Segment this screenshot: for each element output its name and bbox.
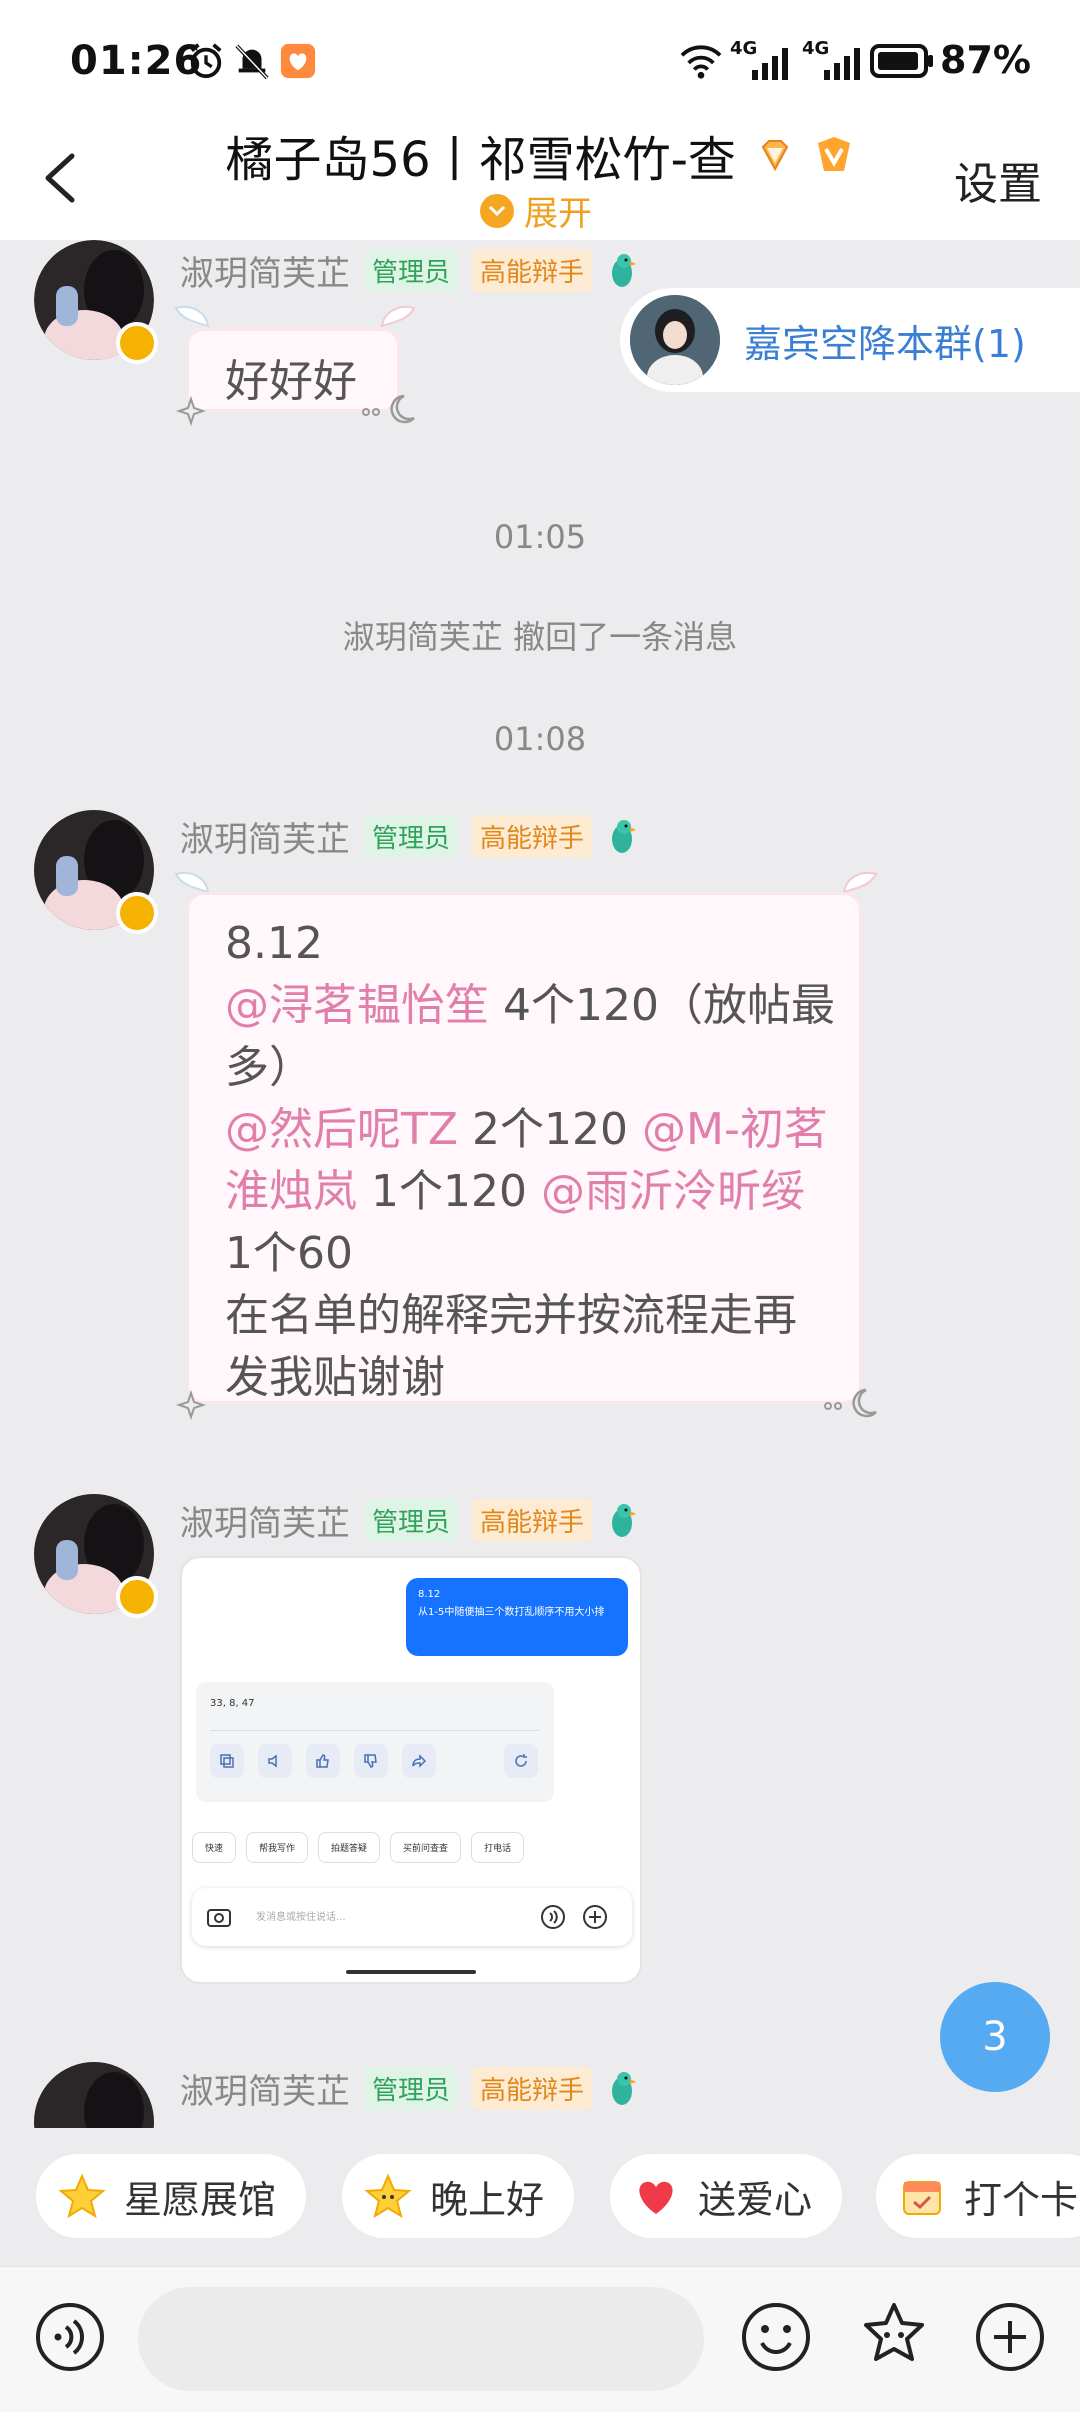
- message-text: @浔茗韫怡笙 4个120（放帖最多）: [225, 980, 835, 1093]
- battery-icon: [870, 44, 933, 78]
- guest-banner[interactable]: 嘉宾空降本群(1): [620, 288, 1080, 392]
- camera-icon: [207, 1909, 231, 1927]
- quick-reply-bar: 星愿展馆 晚上好 送爱心 打个卡: [0, 2128, 1080, 2266]
- admin-tag: 管理员: [364, 1499, 459, 1542]
- speaker-icon: [258, 1744, 292, 1778]
- group-title[interactable]: 橘子岛56丨祁雪松竹-查: [0, 120, 1080, 190]
- alarm-icon: [190, 43, 222, 79]
- parrot-badge-icon: [612, 253, 637, 287]
- avatar[interactable]: [34, 240, 162, 368]
- mention-link[interactable]: @然后呢TZ: [225, 1104, 458, 1155]
- plus-icon[interactable]: [972, 2299, 1048, 2375]
- refresh-icon: [504, 1744, 538, 1778]
- settings-button[interactable]: 设置: [954, 148, 1042, 212]
- image-input-box: 发消息或按住说话...: [192, 1888, 632, 1946]
- admin-tag: 管理员: [364, 249, 459, 292]
- voice-input-icon[interactable]: [32, 2299, 108, 2375]
- copy-icon: [210, 1744, 244, 1778]
- heart-icon: [639, 2181, 673, 2214]
- timestamp: 01:05: [493, 518, 587, 556]
- chip-check-in[interactable]: 打个卡: [876, 2154, 1080, 2238]
- status-bar: 01:26 4G 4G 87%: [0, 0, 1080, 120]
- thumbs-up-icon: [306, 1744, 340, 1778]
- message-list[interactable]: 淑玥简芙芷 管理员 高能辩手 好好好 嘉宾空降本群(1) 01:05 淑玥简芙芷…: [0, 240, 1080, 2128]
- message-text: 8.12: [225, 918, 323, 969]
- recall-notice: 淑玥简芙芷 撤回了一条消息: [342, 618, 738, 656]
- plus-icon: [583, 1905, 607, 1929]
- wifi-icon: [680, 45, 722, 79]
- message-text: @然后呢TZ 2个120 @M-初茗淮烛岚 1个120 @雨沂泠昕绥 1个60: [225, 1104, 828, 1279]
- chevron-down-icon: [480, 193, 514, 228]
- talent-tag: 高能辩手: [472, 815, 593, 858]
- talent-tag: 高能辩手: [472, 1499, 593, 1542]
- moon-decoration-icon: [824, 1388, 877, 1418]
- timestamp: 01:08: [493, 720, 587, 758]
- star-face-icon: [364, 2173, 412, 2219]
- message-bubble[interactable]: 8.12 @浔茗韫怡笙 4个120（放帖最多） @然后呢TZ 2个120 @M-…: [186, 892, 862, 1404]
- message-sender: 淑玥简芙芷 管理员 高能辩手: [180, 1496, 640, 1545]
- input-bar: [0, 2266, 1080, 2412]
- moon-decoration-icon: [362, 394, 415, 424]
- parrot-badge-icon: [612, 1503, 637, 1537]
- guest-avatar: [630, 295, 720, 385]
- mute-bell-icon: [235, 44, 269, 80]
- chip-good-evening[interactable]: 晚上好: [342, 2154, 575, 2238]
- image-message[interactable]: 8.12 从1-5中随便抽三个数打乱顺序不用大小排 33, 8, 47 快速 帮…: [180, 1556, 642, 1984]
- verified-badge-icon: [116, 1576, 158, 1618]
- vip-badge-icon: [818, 137, 851, 171]
- message-input[interactable]: [138, 2287, 704, 2391]
- chip-send-love[interactable]: 送爱心: [610, 2154, 843, 2238]
- message-text: 在名单的解释完并按流程走再发我贴谢谢: [225, 1290, 797, 1403]
- clock: 01:26: [70, 38, 203, 84]
- sparkle-icon: [176, 1390, 206, 1420]
- image-reply-block: 33, 8, 47: [196, 1682, 554, 1802]
- thumbs-down-icon: [354, 1744, 388, 1778]
- unread-count-button[interactable]: 3: [940, 1982, 1050, 2092]
- signal-icon: 4G: [802, 38, 866, 80]
- guest-label: 嘉宾空降本群(1): [744, 321, 1026, 366]
- sticker-icon[interactable]: [856, 2299, 932, 2375]
- message-sender: 淑玥简芙芷 管理员 高能辩手: [180, 812, 640, 861]
- share-icon: [402, 1744, 436, 1778]
- parrot-badge-icon: [612, 2071, 637, 2105]
- diamond-badge-icon: [761, 140, 789, 172]
- verified-badge-icon: [116, 322, 158, 364]
- message-sender: 淑玥简芙芷 管理员 高能辩手: [180, 2064, 640, 2113]
- talent-tag: 高能辩手: [472, 249, 593, 292]
- image-sent-bubble: 8.12 从1-5中随便抽三个数打乱顺序不用大小排: [406, 1578, 628, 1656]
- battery-percent: 87%: [940, 38, 1031, 82]
- sparkle-icon: [176, 396, 206, 426]
- message-sender: 淑玥简芙芷 管理员 高能辩手: [180, 246, 640, 295]
- calendar-icon: [903, 2181, 941, 2215]
- admin-tag: 管理员: [364, 815, 459, 858]
- voice-icon: [541, 1905, 565, 1929]
- app-notification-icon: [280, 43, 316, 79]
- star-icon: [58, 2173, 106, 2219]
- emoji-icon[interactable]: [738, 2299, 814, 2375]
- avatar[interactable]: [34, 2062, 162, 2128]
- parrot-badge-icon: [612, 819, 637, 853]
- mention-link[interactable]: @雨沂泠昕绥: [541, 1166, 805, 1217]
- expand-button[interactable]: 展开: [480, 186, 592, 235]
- image-chip-row: 快速 帮我写作 拍题答疑 买前问查查 打电话: [192, 1832, 525, 1863]
- chat-header: 橘子岛56丨祁雪松竹-查 展开 设置: [0, 120, 1080, 240]
- avatar[interactable]: [34, 1494, 162, 1622]
- chip-star-gallery[interactable]: 星愿展馆: [36, 2154, 307, 2238]
- avatar[interactable]: [34, 810, 162, 938]
- signal-icon: 4G: [730, 38, 794, 80]
- verified-badge-icon: [116, 892, 158, 934]
- talent-tag: 高能辩手: [472, 2067, 593, 2110]
- admin-tag: 管理员: [364, 2067, 459, 2110]
- mention-link[interactable]: @浔茗韫怡笙: [225, 980, 489, 1031]
- home-indicator: [346, 1970, 476, 1974]
